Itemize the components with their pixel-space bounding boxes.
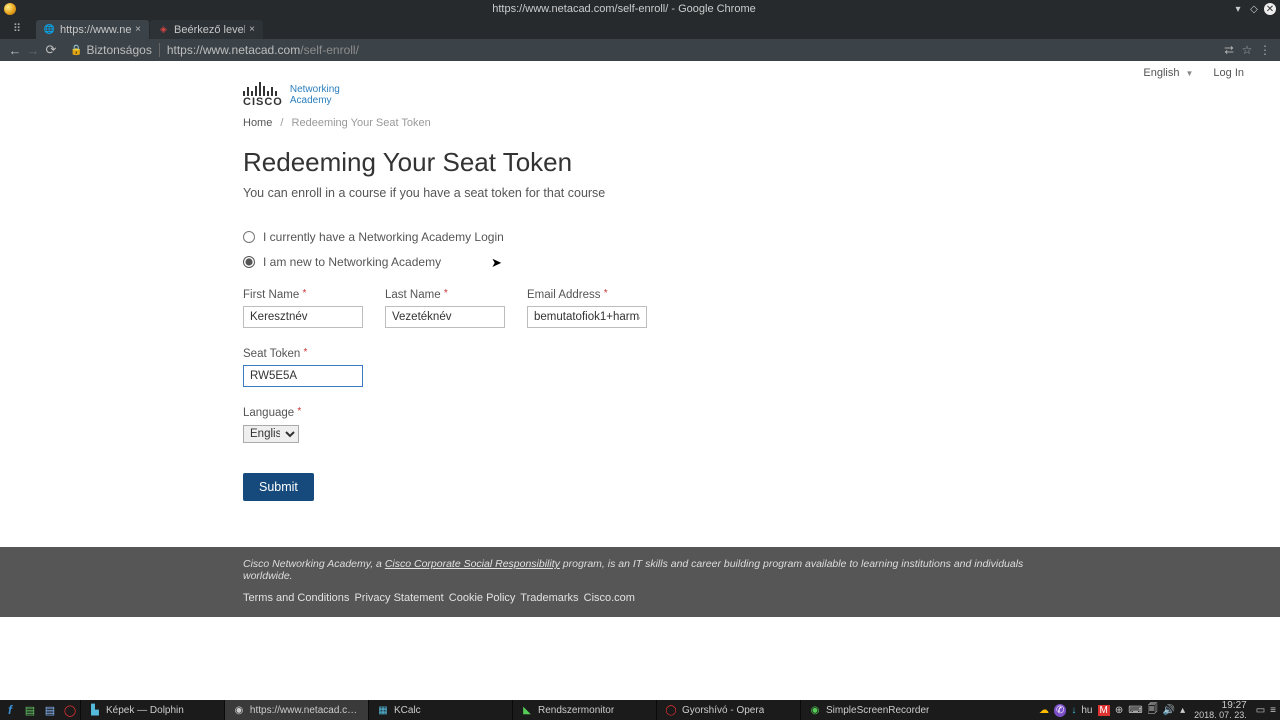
page-viewport: English ▼ Log In CISCO Networking Academ… xyxy=(0,61,1280,700)
window-title: https://www.netacad.com/self-enroll/ - G… xyxy=(16,3,1232,15)
seat-token-field: Seat Token * xyxy=(243,348,363,387)
radio-new-user[interactable]: I am new to Networking Academy xyxy=(243,255,1037,269)
window-close-icon[interactable]: ✕ xyxy=(1264,3,1276,15)
volume-icon[interactable]: 🔊 xyxy=(1163,705,1175,716)
last-name-field: Last Name * xyxy=(385,289,505,328)
seat-token-input[interactable] xyxy=(243,365,363,387)
page-title: Redeeming Your Seat Token xyxy=(243,147,1037,178)
quick-launch-icon[interactable]: ▤ xyxy=(40,704,60,717)
tab-active[interactable]: 🌐 https://www.netaca... × xyxy=(36,20,149,39)
tab-close-icon[interactable]: × xyxy=(249,24,255,35)
tray-icon[interactable]: ⊕ xyxy=(1115,705,1123,716)
taskbar-item[interactable]: ▦ KCalc xyxy=(368,700,512,720)
first-name-input[interactable] xyxy=(243,306,363,328)
first-name-field: First Name * xyxy=(243,289,363,328)
breadcrumb: Home / Redeeming Your Seat Token xyxy=(243,117,1037,129)
tray-icon[interactable]: ⌨ xyxy=(1128,705,1142,716)
chrome-tabstrip: ⠿ 🌐 https://www.netaca... × ◈ Beérkező l… xyxy=(0,18,1280,39)
monitor-icon: ◣ xyxy=(521,704,533,716)
forward-button: → xyxy=(24,43,42,58)
chrome-menu-icon[interactable]: ⋮ xyxy=(1256,43,1274,57)
language-select[interactable]: English xyxy=(243,425,299,443)
chrome-apps-button[interactable]: ⠿ xyxy=(4,20,30,37)
window-maximize-icon[interactable]: ◇ xyxy=(1248,3,1260,15)
address-url[interactable]: https://www.netacad.com/self-enroll/ xyxy=(167,43,359,57)
chrome-toolbar: ← → ⟳ 🔒 Biztonságos https://www.netacad.… xyxy=(0,39,1280,61)
recorder-icon: ◉ xyxy=(809,704,821,716)
tray-icon[interactable]: ☁ xyxy=(1039,705,1049,716)
quick-launch-icon[interactable]: ◯ xyxy=(60,704,80,717)
chevron-down-icon: ▼ xyxy=(1185,69,1193,78)
show-desktop-icon[interactable]: ▭ xyxy=(1256,705,1265,716)
tab-title: Beérkező levelek - xyxy=(174,24,245,36)
language-field: Language * English xyxy=(243,407,301,443)
taskbar-clock[interactable]: 19:27 2018. 07. 23. xyxy=(1190,701,1251,720)
chrome-icon: ◉ xyxy=(233,704,245,716)
quick-launch-icon[interactable]: ▤ xyxy=(20,704,40,717)
tray-icon[interactable]: M xyxy=(1098,705,1110,716)
keyboard-layout[interactable]: hu xyxy=(1081,705,1092,716)
app-icon xyxy=(4,3,16,15)
calculator-icon: ▦ xyxy=(377,704,389,716)
radio-existing-login[interactable]: I currently have a Networking Academy Lo… xyxy=(243,230,1037,244)
login-link[interactable]: Log In xyxy=(1213,67,1244,79)
desktop-taskbar: f ▤ ▤ ◯ ▙ Képek — Dolphin ◉ https://www.… xyxy=(0,700,1280,720)
footer-link[interactable]: Trademarks xyxy=(520,592,578,604)
taskbar-item[interactable]: ▙ Képek — Dolphin xyxy=(80,700,224,720)
footer-link[interactable]: Cookie Policy xyxy=(449,592,516,604)
email-field: Email Address * xyxy=(527,289,647,328)
tab-inactive[interactable]: ◈ Beérkező levelek - × xyxy=(150,20,263,39)
tray-icon[interactable]: ↓ xyxy=(1071,705,1076,716)
page-subtitle: You can enroll in a course if you have a… xyxy=(243,186,1037,200)
tray-icon[interactable]: 🗐 xyxy=(1148,702,1158,719)
menu-icon[interactable]: ≡ xyxy=(1270,705,1276,716)
tab-title: https://www.netaca... xyxy=(60,24,131,36)
globe-icon: 🌐 xyxy=(44,24,55,35)
page-footer: Cisco Networking Academy, a Cisco Corpor… xyxy=(0,547,1280,617)
submit-button[interactable]: Submit xyxy=(243,473,314,501)
bookmark-star-icon[interactable]: ☆ xyxy=(1238,43,1256,57)
folder-icon: ▙ xyxy=(89,704,101,716)
cisco-bars-icon xyxy=(243,81,283,96)
window-titlebar: https://www.netacad.com/self-enroll/ - G… xyxy=(0,0,1280,18)
footer-link[interactable]: Cisco.com xyxy=(584,592,635,604)
taskbar-item[interactable]: ◉ SimpleScreenRecorder xyxy=(800,700,944,720)
breadcrumb-home[interactable]: Home xyxy=(243,117,272,129)
tab-close-icon[interactable]: × xyxy=(135,24,141,35)
site-security[interactable]: 🔒 Biztonságos xyxy=(70,43,152,57)
tray-icon[interactable]: ✆ xyxy=(1054,704,1066,717)
gmail-icon: ◈ xyxy=(158,24,169,35)
translate-icon[interactable]: ⮂ xyxy=(1220,43,1238,58)
language-selector[interactable]: English ▼ xyxy=(1143,67,1193,79)
opera-icon: ◯ xyxy=(665,704,677,716)
lock-icon: 🔒 xyxy=(70,45,82,56)
email-input[interactable] xyxy=(527,306,647,328)
secure-label: Biztonságos xyxy=(86,43,151,57)
radio-input[interactable] xyxy=(243,231,255,243)
footer-link[interactable]: Privacy Statement xyxy=(354,592,443,604)
cisco-wordmark: CISCO xyxy=(243,96,283,108)
separator xyxy=(159,43,160,57)
last-name-input[interactable] xyxy=(385,306,505,328)
radio-input[interactable] xyxy=(243,256,255,268)
breadcrumb-current: Redeeming Your Seat Token xyxy=(292,117,431,129)
brand-logo[interactable]: CISCO Networking Academy xyxy=(243,81,1037,108)
system-tray: ☁ ✆ ↓ hu M ⊕ ⌨ 🗐 🔊 ▴ 19:27 2018. 07. 23.… xyxy=(1039,701,1280,720)
taskbar-item[interactable]: ◉ https://www.netacad.co... xyxy=(224,700,368,720)
taskbar-item[interactable]: ◣ Rendszermonitor xyxy=(512,700,656,720)
tray-expand-icon[interactable]: ▴ xyxy=(1180,705,1185,716)
footer-link[interactable]: Terms and Conditions xyxy=(243,592,349,604)
start-button[interactable]: f xyxy=(0,703,20,717)
csr-link[interactable]: Cisco Corporate Social Responsibility xyxy=(385,558,560,570)
reload-button[interactable]: ⟳ xyxy=(42,42,60,58)
taskbar-item[interactable]: ◯ Gyorshívó - Opera xyxy=(656,700,800,720)
window-minimize-icon[interactable]: ▾ xyxy=(1232,3,1244,15)
back-button[interactable]: ← xyxy=(6,43,24,58)
